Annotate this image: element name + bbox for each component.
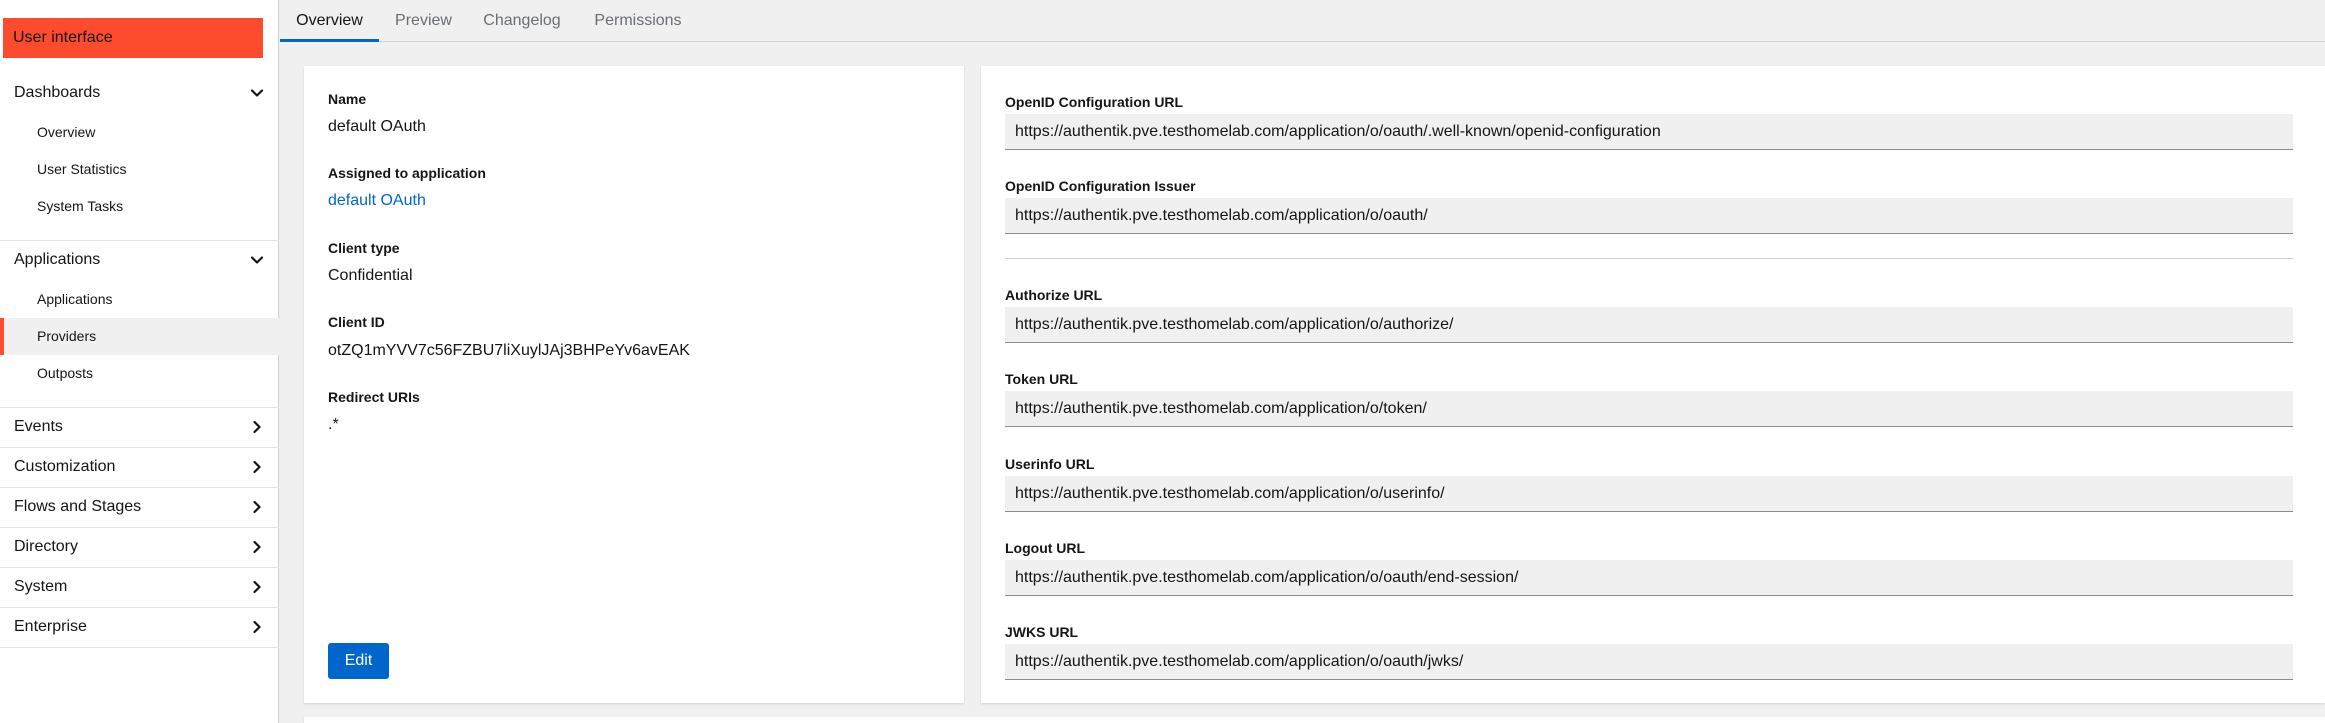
openid-issuer-label: OpenID Configuration Issuer	[1005, 178, 1196, 194]
nav-group-label: Applications	[14, 251, 101, 268]
tab-overview[interactable]: Overview	[280, 0, 379, 42]
token-url-label: Token URL	[1005, 371, 1078, 387]
nav-item-outposts[interactable]: Outposts	[0, 355, 279, 392]
tab-permissions[interactable]: Permissions	[580, 0, 696, 42]
nav-group-label: Directory	[14, 538, 79, 555]
sidebar-banner: User interface	[3, 18, 263, 58]
tab-changelog[interactable]: Changelog	[470, 0, 574, 42]
nav-item-user-statistics[interactable]: User Statistics	[0, 151, 279, 188]
chevron-right-icon	[249, 539, 265, 555]
nav-group-label: Dashboards	[14, 84, 101, 101]
chevron-right-icon	[249, 499, 265, 515]
nav-group-applications[interactable]: Applications	[0, 240, 279, 280]
token-url-field[interactable]: https://authentik.pve.testhomelab.com/ap…	[1005, 391, 2293, 427]
next-card	[304, 717, 2325, 723]
authorize-url-field[interactable]: https://authentik.pve.testhomelab.com/ap…	[1005, 307, 2293, 343]
openid-config-url-field[interactable]: https://authentik.pve.testhomelab.com/ap…	[1005, 114, 2293, 150]
chevron-right-icon	[249, 619, 265, 635]
assigned-application-label: Assigned to application	[328, 165, 486, 181]
edit-button[interactable]: Edit	[328, 643, 389, 679]
nav-group-directory[interactable]: Directory	[0, 527, 279, 567]
logout-url-label: Logout URL	[1005, 540, 1086, 556]
provider-details-card	[304, 66, 964, 703]
nav-group-label: Flows and Stages	[14, 498, 142, 515]
chevron-right-icon	[249, 459, 265, 475]
client-id-value: otZQ1mYVV7c56FZBU7liXuylJAj3BHPeYv6avEAK	[328, 342, 690, 359]
chevron-down-icon	[249, 252, 265, 268]
nav-group-customization[interactable]: Customization	[0, 447, 279, 487]
provider-urls-card	[981, 66, 2325, 703]
chevron-right-icon	[249, 419, 265, 435]
nav-divider	[0, 647, 279, 648]
client-id-label: Client ID	[328, 314, 385, 330]
assigned-application-link[interactable]: default OAuth	[328, 192, 426, 210]
url-section-divider	[1005, 258, 2293, 259]
chevron-down-icon	[249, 85, 265, 101]
jwks-url-field[interactable]: https://authentik.pve.testhomelab.com/ap…	[1005, 644, 2293, 680]
nav-item-system-tasks[interactable]: System Tasks	[0, 188, 279, 225]
nav-group-label: Events	[14, 418, 63, 435]
logout-url-field[interactable]: https://authentik.pve.testhomelab.com/ap…	[1005, 560, 2293, 596]
nav-group-label: System	[14, 578, 68, 595]
client-type-label: Client type	[328, 240, 400, 256]
nav-group-label: Enterprise	[14, 618, 87, 635]
jwks-url-label: JWKS URL	[1005, 624, 1079, 640]
nav-item-applications[interactable]: Applications	[0, 281, 279, 318]
redirect-uris-value: .*	[328, 416, 339, 433]
nav-group-enterprise[interactable]: Enterprise	[0, 607, 279, 647]
name-label: Name	[328, 91, 367, 107]
nav-group-dashboards[interactable]: Dashboards	[0, 73, 279, 113]
tab-preview[interactable]: Preview	[380, 0, 467, 42]
tab-bar: Overview Preview Changelog Permissions	[280, 0, 2325, 42]
redirect-uris-label: Redirect URIs	[328, 389, 420, 405]
nav-group-label: Customization	[14, 458, 116, 475]
openid-config-url-label: OpenID Configuration URL	[1005, 94, 1184, 110]
authorize-url-label: Authorize URL	[1005, 287, 1103, 303]
openid-issuer-field[interactable]: https://authentik.pve.testhomelab.com/ap…	[1005, 198, 2293, 234]
name-value: default OAuth	[328, 118, 426, 135]
nav-group-events[interactable]: Events	[0, 407, 279, 447]
nav-item-overview[interactable]: Overview	[0, 114, 279, 151]
chevron-right-icon	[249, 579, 265, 595]
nav-group-system[interactable]: System	[0, 567, 279, 607]
userinfo-url-field[interactable]: https://authentik.pve.testhomelab.com/ap…	[1005, 476, 2293, 512]
sidebar: User interface Dashboards Overview User …	[0, 0, 279, 723]
client-type-value: Confidential	[328, 267, 413, 284]
nav-group-flows-and-stages[interactable]: Flows and Stages	[0, 487, 279, 527]
userinfo-url-label: Userinfo URL	[1005, 456, 1095, 472]
nav-item-providers[interactable]: Providers	[0, 318, 279, 355]
